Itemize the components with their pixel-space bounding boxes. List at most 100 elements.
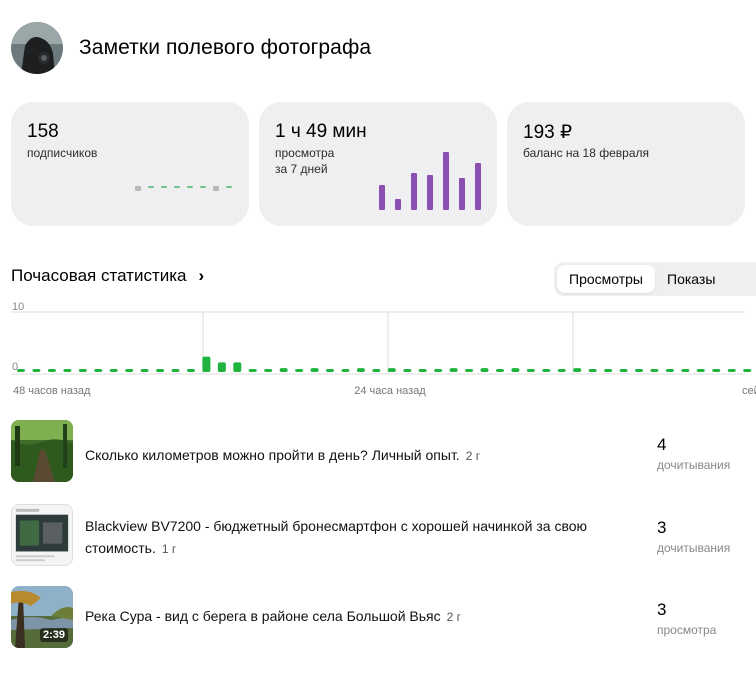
hourly-bar [310,368,319,372]
hourly-bar [17,369,25,372]
article-title[interactable]: Сколько километров можно пройти в день? … [85,444,645,467]
list-item[interactable]: Сколько километров можно пройти в день? … [11,420,756,482]
y-tick-label: 10 [12,301,24,313]
hourly-stats-title-text: Почасовая статистика [11,266,187,285]
hourly-bar [434,369,443,372]
watchtime-label: просмотра за 7 дней [275,145,334,177]
balance-label: баланс на 18 февраля [523,146,649,160]
hourly-bar [588,369,597,372]
watchtime-bar [411,173,417,210]
hourly-bar [449,368,458,372]
article-count: 3 [657,518,667,537]
article-title[interactable]: Blackview BV7200 - бюджетный бронесмартф… [85,515,645,560]
hourly-bar [696,369,705,372]
article-thumbnail [11,504,73,566]
channel-header: Заметки полевого фотографа [11,22,371,74]
subscriber-dash [161,186,167,188]
hourly-bar [171,369,180,372]
subscribers-value: 158 [27,121,59,142]
hourly-bar [248,369,257,372]
list-item[interactable]: 2:39 Река Сура - вид с берега в районе с… [11,586,756,648]
hourly-bar [32,369,41,372]
hourly-bar [495,369,504,372]
article-title-text: Река Сура - вид с берега в районе села Б… [85,608,441,624]
avatar[interactable] [11,22,63,74]
watchtime-bar [427,175,433,210]
subscriber-dash [213,186,219,191]
hourly-bar [279,368,288,372]
hourly-bar [47,369,56,372]
hourly-bar [650,369,659,372]
hourly-bar [264,369,273,372]
article-count: 3 [657,600,667,619]
hourly-bar [156,369,165,372]
hourly-bar [727,369,736,372]
hourly-bar [681,369,690,372]
hourly-bar [356,368,365,372]
toggle-views[interactable]: Просмотры [557,265,655,293]
subscriber-dash [200,186,206,188]
x-tick-label: 24 часа назад [354,385,426,397]
hourly-bar [372,369,381,372]
subscriber-dash [135,186,141,191]
balance-card[interactable]: 193 ₽ баланс на 18 февраля [507,102,745,226]
hourly-bar [387,368,396,372]
watchtime-card[interactable]: 1 ч 49 мин просмотра за 7 дней [259,102,497,226]
hourly-bar [217,362,226,372]
video-thumbnail: 2:39 [11,586,73,648]
toggle-impressions[interactable]: Показы [655,265,727,293]
hourly-bar [326,369,334,372]
article-thumbnail [11,420,73,482]
hourly-bar [202,356,211,372]
watchtime-mini-chart [379,152,481,210]
subscribers-card[interactable]: 158 подписчиков [11,102,249,226]
watchtime-label-line2: за 7 дней [275,162,328,176]
hourly-bar [542,369,551,372]
hourly-bar [186,369,195,372]
hourly-bar [511,368,520,372]
hourly-bar [63,369,72,372]
video-duration: 2:39 [39,628,68,642]
subscriber-dash [187,186,193,188]
hourly-bar [140,369,149,372]
hourly-bar [94,369,103,372]
hourly-chart: 10 0 48 часов назад 24 часа назад сейчас [11,301,756,397]
hourly-bar [635,369,643,372]
y-tick-label: 0 [12,361,18,373]
hourly-bar [604,369,613,372]
x-tick-label: сейчас [742,385,756,397]
hourly-bar [665,369,674,372]
hourly-bar [341,369,350,372]
hourly-bar [418,369,427,372]
list-item[interactable]: Blackview BV7200 - бюджетный бронесмартф… [11,504,756,566]
hourly-bar [465,369,474,372]
watchtime-bar [395,199,401,210]
hourly-bar [526,369,535,372]
metric-toggle: Просмотры Показы [554,262,756,296]
hourly-bar [295,369,304,372]
hourly-bar [743,369,752,372]
watchtime-value: 1 ч 49 мин [275,121,367,142]
article-metric: дочитывания [657,541,731,555]
watchtime-bar [475,163,481,210]
x-tick-label: 48 часов назад [13,385,91,397]
subscribers-label: подписчиков [27,146,98,160]
hourly-bar [403,369,412,372]
hourly-bar [480,368,489,372]
hourly-stats-title[interactable]: Почасовая статистика › [11,266,204,286]
stats-cards: 158 подписчиков 1 ч 49 мин просмотра за … [11,102,745,226]
article-title-line2: стоимость. [85,540,156,556]
hourly-bar [557,369,566,372]
watchtime-bar [459,178,465,210]
article-metric: просмотра [657,623,717,637]
hourly-bar [78,369,87,372]
article-age: 2 г [465,449,481,463]
article-title[interactable]: Река Сура - вид с берега в районе села Б… [85,605,645,628]
article-age: 1 г [161,542,177,556]
hourly-bar [619,369,628,372]
channel-title: Заметки полевого фотографа [79,36,372,59]
subscribers-mini-chart [135,186,232,191]
subscriber-dash [148,186,154,188]
hourly-bar [233,362,242,372]
article-title-line1: Blackview BV7200 - бюджетный бронесмартф… [85,518,588,534]
